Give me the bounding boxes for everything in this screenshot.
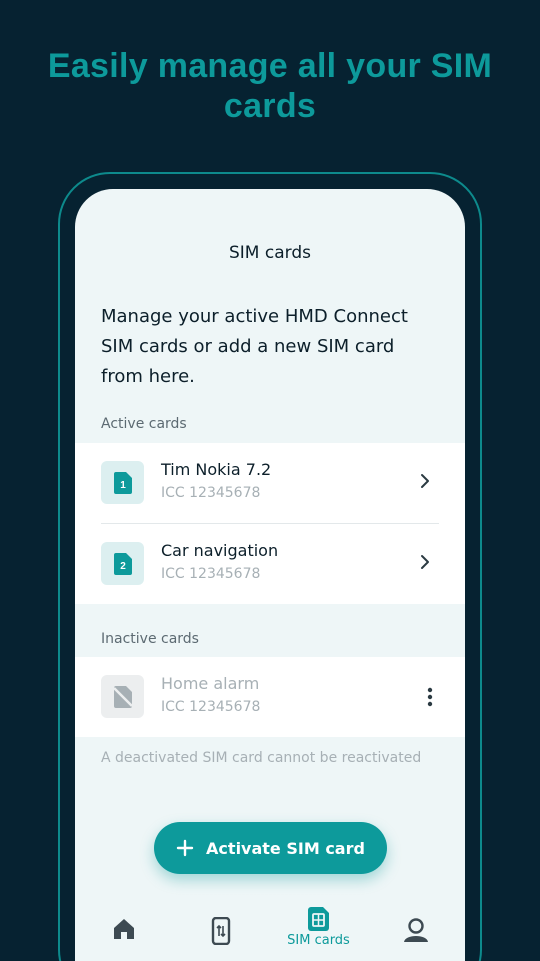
sim-card-row[interactable]: 1 Tim Nokia 7.2 ICC 12345678	[75, 443, 465, 523]
sim-card-icon: 1	[101, 461, 144, 504]
screen-title: SIM cards	[229, 243, 311, 263]
inactive-cards-list: Home alarm ICC 12345678	[75, 657, 465, 737]
sim-card-icc: ICC 12345678	[161, 566, 261, 582]
sim-card-icc: ICC 12345678	[161, 485, 261, 501]
nav-home[interactable]	[75, 917, 172, 941]
phone-screen: SIM cards Manage your active HMD Connect…	[75, 189, 465, 961]
activate-sim-label: Activate SIM card	[206, 838, 365, 858]
sim-card-off-icon	[101, 675, 144, 718]
headline: Easily manage all your SIM cards	[47, 47, 493, 125]
deactivation-note: A deactivated SIM card cannot be reactiv…	[101, 750, 422, 766]
sim-card-row[interactable]: 2 Car navigation ICC 12345678	[75, 524, 465, 604]
home-icon	[113, 919, 134, 939]
chevron-right-icon	[421, 474, 429, 488]
profile-icon	[403, 918, 428, 942]
plus-icon	[176, 839, 194, 857]
more-options-icon[interactable]	[427, 687, 433, 707]
sim-card-name: Home alarm	[161, 674, 260, 693]
sim-card-icon	[307, 907, 329, 931]
sim-card-icon: 2	[101, 542, 144, 585]
sim-card-icc: ICC 12345678	[161, 699, 261, 715]
sim-card-row: Home alarm ICC 12345678	[75, 657, 465, 737]
bottom-navigation: SIM cards	[75, 889, 465, 961]
sim-slot-number: 2	[120, 561, 126, 572]
nav-transfer[interactable]	[172, 917, 269, 945]
nav-sim-cards[interactable]: SIM cards	[270, 907, 367, 948]
active-cards-label: Active cards	[101, 416, 187, 432]
chevron-right-icon	[421, 555, 429, 569]
nav-label: SIM cards	[287, 933, 350, 948]
sim-slot-number: 1	[120, 480, 126, 491]
sim-card-name: Car navigation	[161, 541, 279, 560]
intro-text: Manage your active HMD Connect SIM cards…	[101, 306, 408, 387]
nav-profile[interactable]	[367, 917, 464, 943]
sim-card-name: Tim Nokia 7.2	[161, 460, 272, 479]
active-cards-list: 1 Tim Nokia 7.2 ICC 12345678 2 Car navig…	[75, 443, 465, 604]
inactive-cards-label: Inactive cards	[101, 631, 199, 647]
phone-transfer-icon	[211, 917, 230, 945]
activate-sim-button[interactable]: Activate SIM card	[154, 822, 387, 874]
